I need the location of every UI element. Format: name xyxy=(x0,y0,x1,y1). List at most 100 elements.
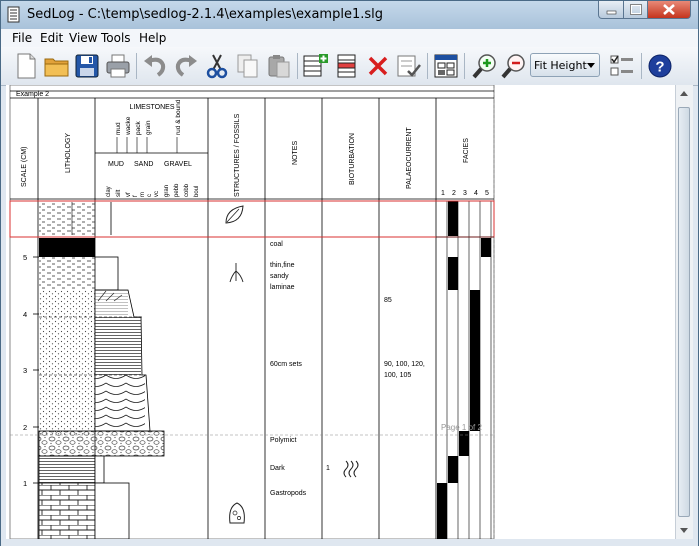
dark-mudstone-bed[interactable] xyxy=(38,455,96,484)
window-title: SedLog - C:\temp\sedlog-2.1.4\examples\e… xyxy=(27,7,383,22)
sediment-log: Example 2 SCALE (CM) LITHOLOGY LIMESTONE… xyxy=(9,85,495,539)
grain-size-silt: silt xyxy=(116,189,122,197)
print-icon xyxy=(106,54,130,78)
column-layout-button[interactable] xyxy=(431,51,461,81)
maximize-button[interactable] xyxy=(623,1,648,19)
limestone-type-pack: pack xyxy=(135,121,142,135)
lithology-column-header: LITHOLOGY xyxy=(65,133,72,173)
grain-size-vf: vf xyxy=(126,192,132,197)
save-button[interactable] xyxy=(72,51,102,81)
grain-size-vc: vc xyxy=(154,191,160,197)
add-bed-icon xyxy=(303,54,328,77)
facies-number-1: 1 xyxy=(441,190,445,197)
help-button[interactable]: ? xyxy=(645,51,675,81)
menu-help[interactable]: Help xyxy=(139,31,166,45)
add-bed-button[interactable] xyxy=(301,51,331,81)
scrollbar-thumb[interactable] xyxy=(678,107,690,517)
copy-button[interactable] xyxy=(233,51,263,81)
menu-view[interactable]: View xyxy=(69,31,97,45)
note-gastropods: Gastropods xyxy=(270,490,307,497)
scroll-up-icon[interactable] xyxy=(680,91,688,96)
save-disk-icon xyxy=(75,54,99,78)
copy-icon xyxy=(237,54,258,78)
scale-label-2: 2 xyxy=(23,423,27,432)
gravel-header: GRAVEL xyxy=(164,161,192,168)
limestone-bed[interactable] xyxy=(38,482,96,539)
note-thin-fine: thin,fine xyxy=(270,262,295,269)
facies-number-5: 5 xyxy=(485,190,489,197)
scroll-down-icon[interactable] xyxy=(680,528,688,533)
print-button[interactable] xyxy=(103,51,133,81)
maximize-icon xyxy=(630,4,642,15)
zoom-in-button[interactable] xyxy=(470,51,500,81)
column-options-button[interactable] xyxy=(607,51,637,81)
vertical-scrollbar[interactable] xyxy=(675,85,693,539)
bioturbation-value: 1 xyxy=(326,465,330,472)
undo-button[interactable] xyxy=(140,51,170,81)
open-button[interactable] xyxy=(42,51,72,81)
insert-bed-icon xyxy=(337,54,356,78)
zoom-mode-value: Fit Height xyxy=(534,59,587,72)
sand-header: SAND xyxy=(134,161,153,168)
help-icon: ? xyxy=(648,54,672,78)
new-button[interactable] xyxy=(11,51,41,81)
window-bottom-border xyxy=(1,539,698,546)
check-edit-button[interactable] xyxy=(394,51,424,81)
facies-number-4: 4 xyxy=(474,190,478,197)
close-button[interactable] xyxy=(647,1,691,19)
zoom-mode-select[interactable]: Fit Height xyxy=(530,53,600,77)
limestones-header: LIMESTONES xyxy=(130,104,175,111)
title-bar[interactable]: SedLog - C:\temp\sedlog-2.1.4\examples\e… xyxy=(1,1,698,29)
cut-button[interactable] xyxy=(202,51,232,81)
facies-number-2: 2 xyxy=(452,190,456,197)
palaeocurrent-values-line2: 100, 105 xyxy=(384,372,411,379)
check-edit-icon xyxy=(397,55,421,77)
insert-bed-button[interactable] xyxy=(332,51,362,81)
mud-header: MUD xyxy=(108,161,124,168)
cut-scissors-icon xyxy=(206,54,228,79)
coal-bed[interactable] xyxy=(39,238,95,257)
zoom-in-icon xyxy=(472,54,496,79)
undo-icon xyxy=(144,55,166,77)
svg-text:?: ? xyxy=(655,59,664,76)
scale-column-header: SCALE (CM) xyxy=(21,147,28,187)
menu-bar: File Edit View Tools Help xyxy=(1,29,698,47)
scale-label-5: 5 xyxy=(23,253,27,262)
column-options-icon xyxy=(610,55,633,76)
grain-size-gran: gran xyxy=(164,185,170,197)
top-bed-lithology[interactable] xyxy=(39,202,72,235)
grain-size-cobb: cobb xyxy=(184,183,190,197)
open-folder-icon xyxy=(44,58,69,77)
delete-button[interactable] xyxy=(363,51,393,81)
new-document-icon xyxy=(17,53,36,79)
notes-column-header: NOTES xyxy=(292,141,299,165)
application-window: SedLog - C:\temp\sedlog-2.1.4\examples\e… xyxy=(0,0,699,546)
zoom-out-icon xyxy=(501,54,525,79)
close-icon xyxy=(663,4,675,15)
menu-tools[interactable]: Tools xyxy=(101,31,131,45)
grain-size-c: c xyxy=(147,194,153,197)
paste-button[interactable] xyxy=(264,51,294,81)
bioturbation-column-header: BIOTURBATION xyxy=(349,133,356,185)
scale-label-4: 4 xyxy=(23,310,27,319)
menu-file[interactable]: File xyxy=(12,31,32,45)
palaeocurrent-85: 85 xyxy=(384,297,392,304)
palaeocurrent-column-header: PALAEOCURRENT xyxy=(406,127,413,189)
sandstone-bed-cross-bedded[interactable] xyxy=(39,290,95,435)
note-60cm-sets: 60cm sets xyxy=(270,361,302,368)
facies-bar xyxy=(448,201,458,236)
scale-label-1: 1 xyxy=(23,479,27,488)
redo-button[interactable] xyxy=(171,51,201,81)
palaeocurrent-values-line1: 90, 100, 120, xyxy=(384,361,425,368)
zoom-out-button[interactable] xyxy=(499,51,529,81)
scale-label-3: 3 xyxy=(23,366,27,375)
note-dark: Dark xyxy=(270,465,285,472)
log-canvas[interactable]: Example 2 SCALE (CM) LITHOLOGY LIMESTONE… xyxy=(6,85,675,539)
menu-edit[interactable]: Edit xyxy=(40,31,63,45)
structures-column-header: STRUCTURES / FOSSILS xyxy=(234,113,241,197)
note-sandy: sandy xyxy=(270,273,289,280)
note-polymict: Polymict xyxy=(270,437,297,444)
grain-size-pebb: pebb xyxy=(174,183,180,197)
minimize-button[interactable] xyxy=(598,1,624,19)
chevron-down-icon xyxy=(587,63,595,68)
